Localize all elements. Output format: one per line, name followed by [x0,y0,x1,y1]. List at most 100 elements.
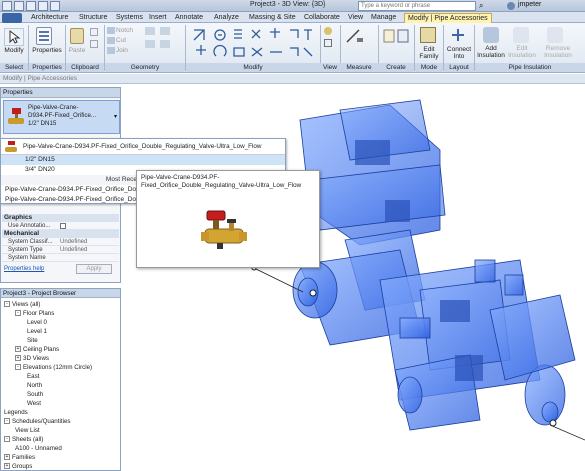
chevron-down-icon[interactable]: ▾ [114,113,117,120]
use-annotation-checkbox[interactable] [60,223,66,229]
expand-icon[interactable]: + [15,355,21,362]
search-icon[interactable]: ⌕ [479,1,489,11]
tree-item[interactable]: - Schedules/Quantities [4,418,70,426]
tree-item[interactable]: A100 - Unnamed [15,445,62,453]
tree-item[interactable]: View List [15,427,40,435]
paste-button[interactable]: Paste [66,47,88,54]
tree-item[interactable]: + Groups [4,463,32,470]
tab-view[interactable]: View [345,13,366,23]
join-icon[interactable] [107,47,115,54]
edit-family-icon[interactable] [420,27,436,43]
application-button[interactable] [2,13,22,23]
notch-button[interactable]: Notch [116,27,133,34]
tree-item[interactable]: Site [27,337,38,345]
panel-layout[interactable]: Layout [444,63,474,72]
panel-pipe-insulation[interactable]: Pipe Insulation [475,63,585,72]
tree-item[interactable]: Level 1 [27,328,47,336]
panel-select[interactable]: Select [0,63,28,72]
tab-annotate[interactable]: Annotate [172,13,206,23]
tab-analyze[interactable]: Analyze [211,13,242,23]
properties-help-link[interactable]: Properties help [4,266,44,272]
modify-button[interactable]: Modify [2,47,26,54]
geometry-tool-icon[interactable] [160,27,170,35]
panel-view[interactable]: View [320,63,340,72]
panel-mode[interactable]: Mode [415,63,443,72]
open-icon[interactable] [14,1,24,11]
tree-item[interactable]: +3D Views [15,355,49,363]
expand-icon[interactable]: + [4,463,10,470]
collapse-icon[interactable]: - [4,436,10,443]
tree-item[interactable]: Level 0 [27,319,47,327]
notch-icon[interactable] [107,27,115,34]
expand-icon[interactable]: + [4,454,10,461]
tab-massing-site[interactable]: Massing & Site [246,13,299,23]
tree-item[interactable]: + Ceiling Plans [15,346,59,354]
tab-collaborate[interactable]: Collaborate [301,13,343,23]
paste-icon[interactable] [70,28,84,44]
tab-manage[interactable]: Manage [368,13,399,23]
remove-insulation-button[interactable]: Remove Insulation [538,45,578,59]
connect-into-button[interactable]: Connect Into [444,46,474,60]
properties-button[interactable]: Properties [29,47,65,54]
geometry-tool-icon[interactable] [160,40,170,48]
panel-geometry[interactable]: Geometry [105,63,185,72]
type-selector[interactable]: Pipe-Valve-Crane- D934.PF-Fixed_Orifice.… [3,100,120,134]
view-tool-icon[interactable] [324,39,332,47]
connect-into-icon[interactable] [450,27,466,43]
tab-modify-pipe-accessories[interactable]: Modify | Pipe Accessories [404,13,492,23]
join-button[interactable]: Join [116,47,128,54]
app-menu-icon[interactable] [2,1,12,11]
tab-architecture[interactable]: Architecture [28,13,71,23]
tree-item[interactable]: Legends [4,409,28,417]
panel-measure[interactable]: Measure [340,63,378,72]
tab-structure[interactable]: Structure [76,13,110,23]
tree-item[interactable]: - Floor Plans [15,310,54,318]
create-tools-icon[interactable] [382,28,412,46]
panel-properties[interactable]: Properties [29,63,65,72]
measure-icon[interactable] [345,28,365,46]
geometry-tool-icon[interactable] [145,27,155,35]
cut-icon[interactable] [90,28,98,36]
property-value[interactable]: Undefined [60,246,87,254]
redo-icon[interactable] [50,1,60,11]
expand-icon[interactable]: + [15,346,21,353]
section-mechanical[interactable]: Mechanical [2,230,119,238]
panel-modify[interactable]: Modify [186,63,320,72]
add-insulation-icon[interactable] [483,27,499,43]
cut-geometry-icon[interactable] [107,37,115,44]
tab-systems[interactable]: Systems [113,13,146,23]
tree-item[interactable]: - Views (all) [4,301,40,309]
tree-item[interactable]: South [27,391,43,399]
panel-create[interactable]: Create [378,63,414,72]
edit-insulation-button[interactable]: Edit Insulation [507,45,537,59]
properties-icon[interactable] [36,27,52,45]
tab-insert[interactable]: Insert [146,13,170,23]
user-name[interactable]: jmpeter [518,1,541,8]
search-input[interactable]: Type a keyword or phrase [358,1,476,11]
tree-item[interactable]: + Families [4,454,35,462]
section-graphics[interactable]: Graphics [2,214,119,222]
dropdown-option[interactable]: 1/2" DN15 [1,155,285,165]
geometry-tool-icon[interactable] [145,40,155,48]
tree-item[interactable]: East [27,373,39,381]
tree-item[interactable]: North [27,382,42,390]
panel-clipboard[interactable]: Clipboard [66,63,104,72]
undo-icon[interactable] [38,1,48,11]
tree-item[interactable]: - Sheets (all) [4,436,43,444]
property-value[interactable]: Undefined [60,238,87,246]
copy-icon[interactable] [90,40,98,48]
tree-item[interactable]: - Elevations (12mm Circle) [15,364,92,372]
tree-item[interactable]: West [27,400,41,408]
cut-button[interactable]: Cut [116,37,126,44]
collapse-icon[interactable]: - [15,310,21,317]
collapse-icon[interactable]: - [4,301,10,308]
view-tool-icon[interactable] [324,27,332,35]
collapse-icon[interactable]: - [4,418,10,425]
edit-family-button[interactable]: Edit Family [415,46,443,60]
remove-insulation-icon[interactable] [547,27,563,43]
add-insulation-button[interactable]: Add Insulation [475,45,507,59]
save-icon[interactable] [26,1,36,11]
modify-cursor-icon[interactable] [4,28,24,46]
edit-insulation-icon[interactable] [513,27,529,43]
collapse-icon[interactable]: - [15,364,21,371]
